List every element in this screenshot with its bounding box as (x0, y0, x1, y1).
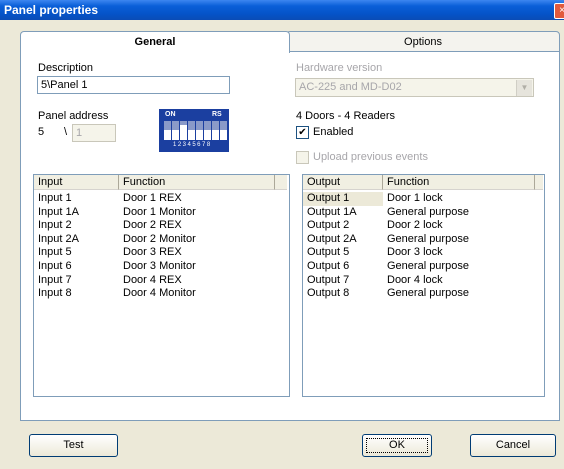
input-row[interactable]: Input 8 Door 4 Monitor (34, 287, 275, 301)
upload-previous-events-label: Upload previous events (313, 151, 428, 163)
window-title: Panel properties (4, 3, 99, 17)
output-list-header: Output Function (303, 175, 543, 191)
input-row-name: Input 8 (38, 287, 72, 300)
ok-focus-rect (366, 438, 428, 453)
input-row-name: Input 2A (38, 232, 79, 245)
input-row-name: Input 5 (38, 246, 72, 259)
input-function-column-header[interactable]: Function (119, 175, 275, 190)
dip-numbers: 12345678 (173, 142, 212, 148)
output-function-column-header[interactable]: Function (383, 175, 535, 190)
output-row[interactable]: Output 1A General purpose (303, 206, 535, 220)
hardware-version-label: Hardware version (296, 62, 383, 74)
input-row[interactable]: Input 7 Door 4 REX (34, 274, 275, 288)
output-list[interactable]: Output Function Output 1 Door 1 lock Outpu… (302, 174, 545, 397)
input-row[interactable]: Input 2A Door 2 Monitor (34, 233, 275, 247)
output-row-function: General purpose (387, 232, 469, 245)
enabled-label: Enabled (313, 126, 354, 138)
output-row-name: Output 2A (307, 232, 357, 245)
panel-address-separator: \ (64, 126, 68, 138)
output-row-name: Output 8 (307, 287, 350, 300)
output-row[interactable]: Output 2 Door 2 lock (303, 219, 535, 233)
dip-rs-label: RS (212, 111, 222, 118)
output-row[interactable]: Output 8 General purpose (303, 287, 535, 301)
input-filler-column-header (275, 175, 287, 190)
input-row-name: Input 1A (38, 205, 79, 218)
output-row-name: Output 6 (307, 259, 350, 272)
test-button[interactable]: Test (29, 434, 118, 457)
output-row-function: General purpose (387, 287, 469, 300)
panel-address-label: Panel address (38, 110, 109, 122)
input-row[interactable]: Input 6 Door 3 Monitor (34, 260, 275, 274)
output-row-name: Output 5 (307, 246, 350, 259)
output-column-header[interactable]: Output (303, 175, 383, 190)
output-row[interactable]: Output 1 Door 1 lock (303, 192, 535, 206)
hardware-version-select[interactable]: AC-225 and MD-D02 ▼ (295, 78, 534, 97)
input-list[interactable]: Input Function Input 1 Door 1 REX Input 1A… (33, 174, 290, 397)
output-row[interactable]: Output 7 Door 4 lock (303, 274, 535, 288)
input-row[interactable]: Input 5 Door 3 REX (34, 246, 275, 260)
close-icon[interactable]: × (554, 3, 564, 19)
output-row-function: Door 3 lock (387, 246, 443, 259)
upload-previous-events-checkbox[interactable] (296, 151, 309, 164)
output-row[interactable]: Output 6 General purpose (303, 260, 535, 274)
ok-button[interactable]: OK (362, 434, 432, 457)
input-row[interactable]: Input 1A Door 1 Monitor (34, 206, 275, 220)
input-row-name: Input 7 (38, 273, 72, 286)
output-row-function: Door 4 lock (387, 273, 443, 286)
input-list-header: Input Function (34, 175, 287, 191)
output-row-name: Output 2 (307, 219, 350, 232)
description-label: Description (38, 62, 94, 74)
input-row-function: Door 3 Monitor (123, 259, 196, 272)
output-row-function: General purpose (387, 205, 469, 218)
cancel-button[interactable]: Cancel (470, 434, 556, 457)
output-filler-column-header (535, 175, 543, 190)
output-row-name: Output 1A (307, 205, 357, 218)
enabled-checkbox[interactable]: ✔ (296, 126, 309, 139)
input-row-name: Input 1 (38, 192, 72, 204)
input-row-function: Door 4 Monitor (123, 287, 196, 300)
input-row-name: Input 2 (38, 219, 72, 232)
output-row-name: Output 7 (307, 273, 350, 286)
input-row-function: Door 2 Monitor (123, 232, 196, 245)
input-row-function: Door 4 REX (123, 273, 182, 286)
tab-options[interactable]: Options (286, 31, 560, 53)
input-column-header[interactable]: Input (34, 175, 119, 190)
tab-general[interactable]: General (20, 31, 290, 53)
output-row-function: General purpose (387, 259, 469, 272)
panel-address-field[interactable]: 1 (72, 124, 116, 142)
input-row[interactable]: Input 2 Door 2 REX (34, 219, 275, 233)
output-rows: Output 1 Door 1 lock Output 1A General purp… (303, 192, 535, 301)
output-row-function: Door 1 lock (387, 192, 443, 204)
doors-readers-label: 4 Doors - 4 Readers (296, 110, 396, 122)
input-row-function: Door 1 Monitor (123, 205, 196, 218)
dip-switch-icon: ON RS 12345678 (159, 109, 229, 152)
output-row-name: Output 1 (303, 192, 383, 206)
output-row[interactable]: Output 2A General purpose (303, 233, 535, 247)
output-row-function: Door 2 lock (387, 219, 443, 232)
input-row-function: Door 3 REX (123, 246, 182, 259)
input-row-name: Input 6 (38, 259, 72, 272)
hardware-version-value: AC-225 and MD-D02 (299, 81, 402, 93)
input-rows: Input 1 Door 1 REX Input 1A Door 1 Monitor I… (34, 192, 275, 301)
output-row[interactable]: Output 5 Door 3 lock (303, 246, 535, 260)
panel-address-prefix: 5 (38, 126, 45, 138)
dip-on-label: ON (165, 111, 176, 118)
input-row-function: Door 2 REX (123, 219, 182, 232)
input-row-function: Door 1 REX (123, 192, 182, 204)
input-row[interactable]: Input 1 Door 1 REX (34, 192, 275, 206)
description-field[interactable]: 5\Panel 1 (37, 76, 230, 94)
chevron-down-icon: ▼ (516, 80, 532, 96)
